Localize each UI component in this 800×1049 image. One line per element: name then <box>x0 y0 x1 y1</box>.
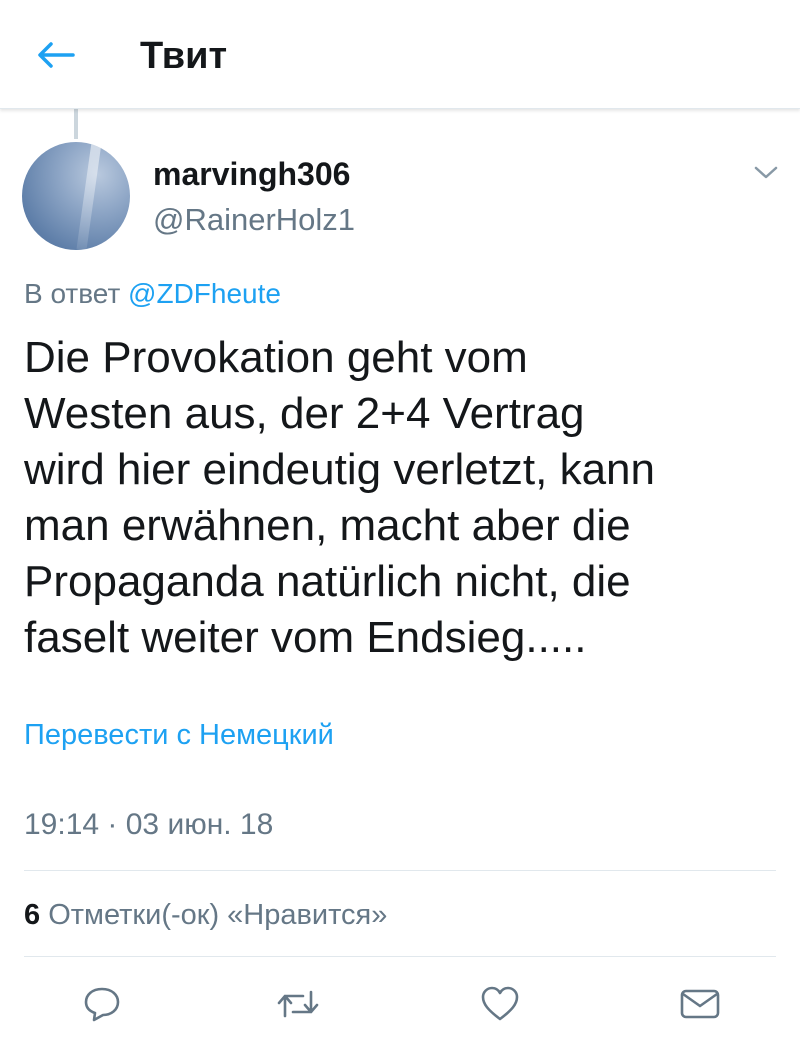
replying-to-line: В ответ @ZDFheute <box>24 276 281 312</box>
tweet-text-line: Die Provokation geht vom <box>24 333 528 382</box>
reply-mention-link[interactable]: @ZDFheute <box>128 278 281 309</box>
author-display-name[interactable]: marvingh306 <box>153 155 350 193</box>
likes-count-row[interactable]: 6 Отметки(-ок) «Нравится» <box>24 896 387 934</box>
like-button[interactable] <box>476 982 524 1026</box>
back-button[interactable] <box>30 30 80 80</box>
replying-to-label: В ответ <box>24 278 121 309</box>
tweet-text-line: Westen aus, der 2+4 Vertrag <box>24 389 585 438</box>
arrow-left-icon <box>38 42 75 68</box>
heart-icon <box>481 986 519 1021</box>
retweet-button[interactable] <box>274 982 322 1026</box>
translate-link[interactable]: Перевести с Немецкий <box>24 716 334 754</box>
tweet-text-line: Propaganda natürlich nicht, die <box>24 557 631 606</box>
author-username[interactable]: @RainerHolz1 <box>153 201 355 239</box>
tweet-detail-screen: Твит marvingh306 @RainerHolz1 В ответ @Z… <box>0 0 800 1049</box>
divider <box>24 956 776 957</box>
tweet-text-line: man erwähnen, macht aber die <box>24 501 631 550</box>
more-options-button[interactable] <box>748 158 784 188</box>
divider <box>24 870 776 871</box>
page-title: Твит <box>140 35 228 77</box>
tweet-text-line: wird hier eindeutig verletzt, kann <box>24 445 655 494</box>
retweet-icon <box>277 990 319 1018</box>
top-app-bar: Твит <box>0 0 800 109</box>
likes-label: Отметки(-ок) «Нравится» <box>48 899 388 931</box>
tweet-timestamp: 19:14 · 03 июн. 18 <box>24 808 274 841</box>
avatar[interactable] <box>22 142 130 250</box>
likes-count: 6 <box>24 899 41 931</box>
reply-button[interactable] <box>78 982 126 1026</box>
tweet-text: Die Provokation geht vom Westen aus, der… <box>24 330 774 666</box>
thread-connector-line <box>74 109 78 139</box>
tweet-text-line: faselt weiter vom Endsieg..... <box>24 613 587 662</box>
share-via-message-button[interactable] <box>676 982 724 1026</box>
chevron-down-icon <box>754 166 778 179</box>
reply-icon <box>84 987 120 1022</box>
envelope-icon <box>680 989 720 1019</box>
